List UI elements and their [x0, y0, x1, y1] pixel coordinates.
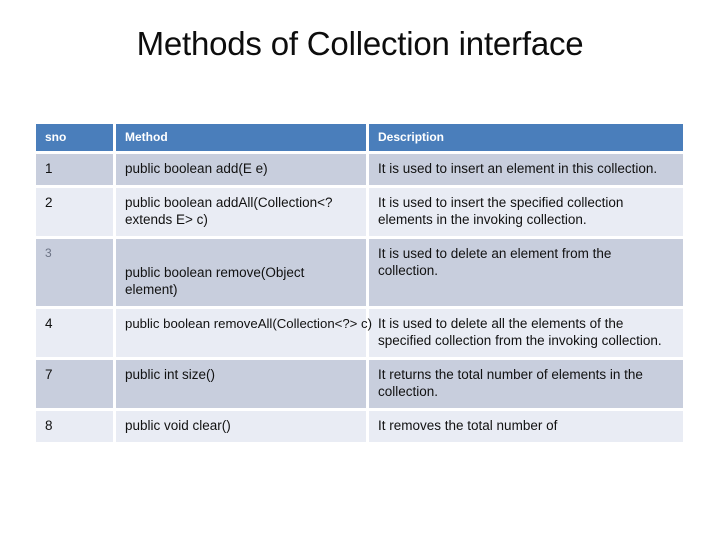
- methods-table: sno Method Description 1 public boolean …: [36, 124, 683, 445]
- cell-method: public void clear(): [116, 411, 369, 445]
- table-header-row: sno Method Description: [36, 124, 683, 154]
- table-row: 2 public boolean addAll(Collection<? ext…: [36, 188, 683, 239]
- cell-description: It removes the total number of: [369, 411, 683, 445]
- column-header-sno: sno: [36, 124, 116, 154]
- table-body: 1 public boolean add(E e) It is used to …: [36, 154, 683, 445]
- cell-description: It returns the total number of elements …: [369, 360, 683, 411]
- cell-description: It is used to delete all the elements of…: [369, 309, 683, 360]
- cell-method: public int size(): [116, 360, 369, 411]
- table-header: sno Method Description: [36, 124, 683, 154]
- cell-sno: 4: [36, 309, 116, 360]
- table-row: 1 public boolean add(E e) It is used to …: [36, 154, 683, 188]
- cell-sno: 8: [36, 411, 116, 445]
- cell-description: It is used to delete an element from the…: [369, 239, 683, 309]
- cell-sno: 7: [36, 360, 116, 411]
- table-row: 8 public void clear() It removes the tot…: [36, 411, 683, 445]
- cell-method: public boolean add(E e): [116, 154, 369, 188]
- cell-sno: 2: [36, 188, 116, 239]
- cell-description: It is used to insert the specified colle…: [369, 188, 683, 239]
- cell-sno: 3: [36, 239, 116, 309]
- column-header-description: Description: [369, 124, 683, 154]
- cell-method: public boolean removeAll(Collection<?> c…: [116, 309, 372, 360]
- table-row: 7 public int size() It returns the total…: [36, 360, 683, 411]
- cell-description: It is used to insert an element in this …: [369, 154, 683, 188]
- table-row: 4 public boolean removeAll(Collection<?>…: [36, 309, 683, 360]
- cell-method: public boolean addAll(Collection<? exten…: [116, 188, 369, 239]
- page-title: Methods of Collection interface: [136, 25, 584, 62]
- column-header-method: Method: [116, 124, 369, 154]
- methods-table-container: sno Method Description 1 public boolean …: [36, 124, 683, 540]
- table-row: 3 public boolean remove(Object element) …: [36, 239, 683, 309]
- cell-sno: 1: [36, 154, 116, 188]
- cell-method: public boolean remove(Object element): [116, 239, 369, 309]
- slide-canvas: Methods of Collection interface sno Meth…: [0, 0, 720, 540]
